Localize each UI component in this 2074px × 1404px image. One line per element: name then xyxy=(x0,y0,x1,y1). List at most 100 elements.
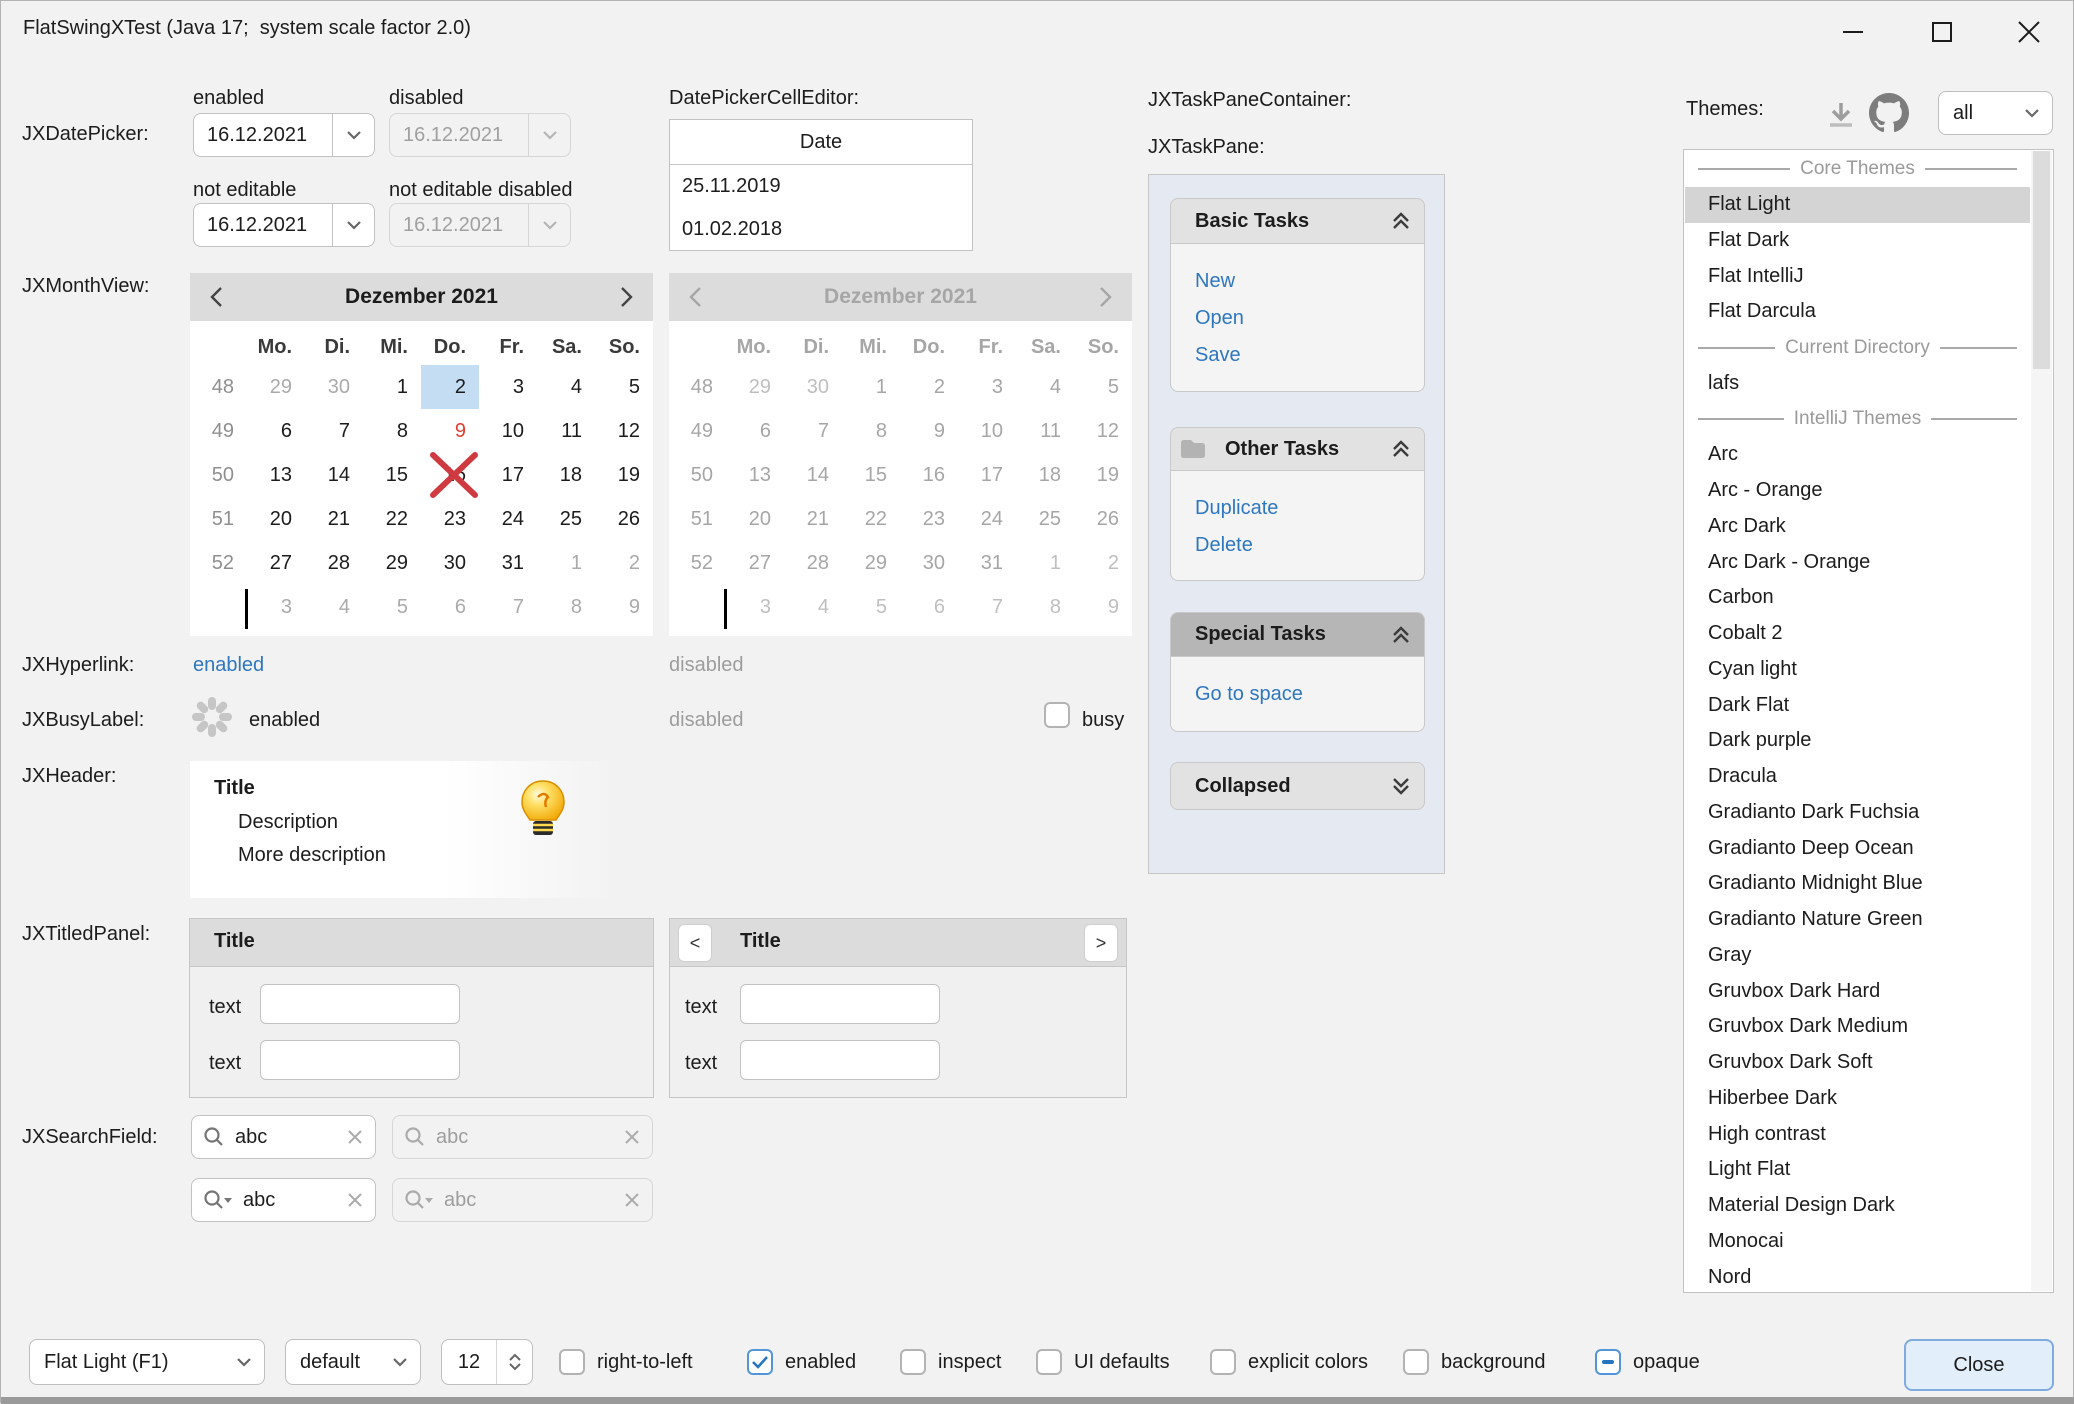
clear-icon[interactable] xyxy=(347,1129,363,1145)
theme-item[interactable]: Gradianto Nature Green xyxy=(1685,902,2030,938)
next-month-button[interactable] xyxy=(615,286,639,308)
theme-item[interactable]: Dracula xyxy=(1685,759,2030,795)
font-size-spinner[interactable]: 12 xyxy=(441,1339,533,1385)
explicit-colors-checkbox[interactable] xyxy=(1210,1349,1236,1375)
text-input[interactable] xyxy=(260,984,460,1024)
taskpane-header-other-tasks[interactable]: Other Tasks xyxy=(1170,427,1425,471)
search-icon[interactable] xyxy=(203,1126,225,1148)
themes-list[interactable]: Core ThemesFlat LightFlat DarkFlat Intel… xyxy=(1683,149,2054,1293)
search-input-value[interactable]: abc xyxy=(225,1126,347,1149)
theme-item[interactable]: Gradianto Dark Fuchsia xyxy=(1685,795,2030,831)
monthview-enabled[interactable]: Dezember 2021Mo.Di.Mi.Do.Fr.Sa.So.482930… xyxy=(190,273,653,636)
day-cell[interactable]: 10 xyxy=(479,409,537,453)
day-cell[interactable]: 20 xyxy=(247,497,305,541)
collapse-chevron-icon[interactable] xyxy=(1390,439,1412,459)
day-cell[interactable]: 5 xyxy=(595,365,653,409)
right-to-left-checkbox[interactable] xyxy=(559,1349,585,1375)
theme-item[interactable]: Cobalt 2 xyxy=(1685,616,2030,652)
text-input[interactable] xyxy=(740,984,940,1024)
background-checkbox[interactable] xyxy=(1403,1349,1429,1375)
theme-item[interactable]: Gruvbox Dark Soft xyxy=(1685,1045,2030,1081)
day-cell[interactable]: 15 xyxy=(363,453,421,497)
collapse-chevron-icon[interactable] xyxy=(1390,625,1412,645)
table-row[interactable]: 01.02.2018 xyxy=(670,208,972,251)
next-button[interactable]: > xyxy=(1084,924,1118,962)
theme-item[interactable]: Material Design Dark xyxy=(1685,1188,2030,1224)
scrollbar-track[interactable] xyxy=(2031,151,2052,1291)
day-cell[interactable]: 27 xyxy=(247,541,305,585)
theme-item[interactable]: Gruvbox Dark Hard xyxy=(1685,973,2030,1009)
day-cell[interactable]: 7 xyxy=(305,409,363,453)
minimize-button[interactable] xyxy=(1830,9,1876,55)
search-field-enabled[interactable]: abc xyxy=(191,1115,376,1159)
theme-item[interactable]: Arc - Orange xyxy=(1685,473,2030,509)
theme-item[interactable]: Light Flat xyxy=(1685,1152,2030,1188)
day-cell[interactable]: 4 xyxy=(305,585,363,629)
enabled-checkbox[interactable] xyxy=(747,1349,773,1375)
theme-item[interactable]: Nord xyxy=(1685,1259,2030,1293)
day-cell[interactable]: 4 xyxy=(537,365,595,409)
expand-chevron-icon[interactable] xyxy=(1390,776,1412,796)
day-cell[interactable]: 3 xyxy=(479,365,537,409)
day-cell[interactable]: 8 xyxy=(363,409,421,453)
text-input[interactable] xyxy=(740,1040,940,1080)
task-link[interactable]: Go to space xyxy=(1195,676,1424,713)
day-cell[interactable]: 18 xyxy=(537,453,595,497)
day-cell[interactable]: 2 xyxy=(595,541,653,585)
laf-combo[interactable]: Flat Light (F1) xyxy=(29,1339,265,1385)
github-icon[interactable] xyxy=(1869,93,1909,133)
theme-item[interactable]: Cyan light xyxy=(1685,652,2030,688)
day-cell[interactable]: 7 xyxy=(479,585,537,629)
datepicker-dropdown-button[interactable] xyxy=(332,204,374,246)
day-cell[interactable]: 6 xyxy=(247,409,305,453)
close-window-button[interactable] xyxy=(2006,9,2052,55)
theme-item[interactable]: Flat IntelliJ xyxy=(1685,258,2030,294)
day-cell[interactable]: 30 xyxy=(421,541,479,585)
theme-item[interactable]: Monocai xyxy=(1685,1224,2030,1260)
ui-defaults-checkbox[interactable] xyxy=(1036,1349,1062,1375)
theme-item[interactable]: Gradianto Midnight Blue xyxy=(1685,866,2030,902)
scrollbar-thumb[interactable] xyxy=(2033,151,2050,369)
day-cell[interactable]: 11 xyxy=(537,409,595,453)
search-input-value[interactable]: abc xyxy=(233,1189,347,1212)
day-cell[interactable]: 25 xyxy=(537,497,595,541)
prev-month-button[interactable] xyxy=(204,286,228,308)
theme-item[interactable]: High contrast xyxy=(1685,1116,2030,1152)
clear-icon[interactable] xyxy=(347,1192,363,1208)
table-row[interactable]: 25.11.2019 xyxy=(670,165,972,208)
task-link[interactable]: Duplicate xyxy=(1195,490,1424,527)
day-cell[interactable]: 8 xyxy=(537,585,595,629)
close-button[interactable]: Close xyxy=(1904,1339,2054,1391)
datepicker-enabled[interactable]: 16.12.2021 xyxy=(193,113,375,157)
day-cell[interactable]: 29 xyxy=(363,541,421,585)
day-cell[interactable]: 31 xyxy=(479,541,537,585)
theme-item[interactable]: Carbon xyxy=(1685,580,2030,616)
day-cell[interactable]: 9 xyxy=(595,585,653,629)
collapse-chevron-icon[interactable] xyxy=(1390,211,1412,231)
hyperlink-enabled[interactable]: enabled xyxy=(193,652,264,678)
themes-filter-combo[interactable]: all xyxy=(1938,91,2053,135)
text-input[interactable] xyxy=(260,1040,460,1080)
task-link[interactable]: Delete xyxy=(1195,527,1424,564)
search-icon[interactable] xyxy=(203,1189,233,1211)
theme-item[interactable]: Dark Flat xyxy=(1685,687,2030,723)
day-cell[interactable]: 1 xyxy=(363,365,421,409)
day-cell[interactable]: 21 xyxy=(305,497,363,541)
day-cell[interactable]: 24 xyxy=(479,497,537,541)
task-link[interactable]: Save xyxy=(1195,337,1424,374)
taskpane-header-basic-tasks[interactable]: Basic Tasks xyxy=(1170,198,1425,244)
day-cell[interactable]: 2 xyxy=(421,365,479,409)
theme-item[interactable]: Dark purple xyxy=(1685,723,2030,759)
font-size-value[interactable]: 12 xyxy=(442,1340,496,1384)
day-cell[interactable]: 3 xyxy=(247,585,305,629)
day-cell[interactable]: 19 xyxy=(595,453,653,497)
busy-checkbox[interactable] xyxy=(1044,702,1070,728)
theme-item[interactable]: Arc Dark - Orange xyxy=(1685,544,2030,580)
theme-item[interactable]: Arc Dark xyxy=(1685,509,2030,545)
day-cell[interactable]: 12 xyxy=(595,409,653,453)
day-cell[interactable]: 16 xyxy=(421,453,479,497)
datepicker-cell-editor-table[interactable]: Date 25.11.2019 01.02.2018 xyxy=(669,119,973,251)
day-cell[interactable]: 14 xyxy=(305,453,363,497)
font-combo[interactable]: default xyxy=(285,1339,421,1385)
day-cell[interactable]: 26 xyxy=(595,497,653,541)
